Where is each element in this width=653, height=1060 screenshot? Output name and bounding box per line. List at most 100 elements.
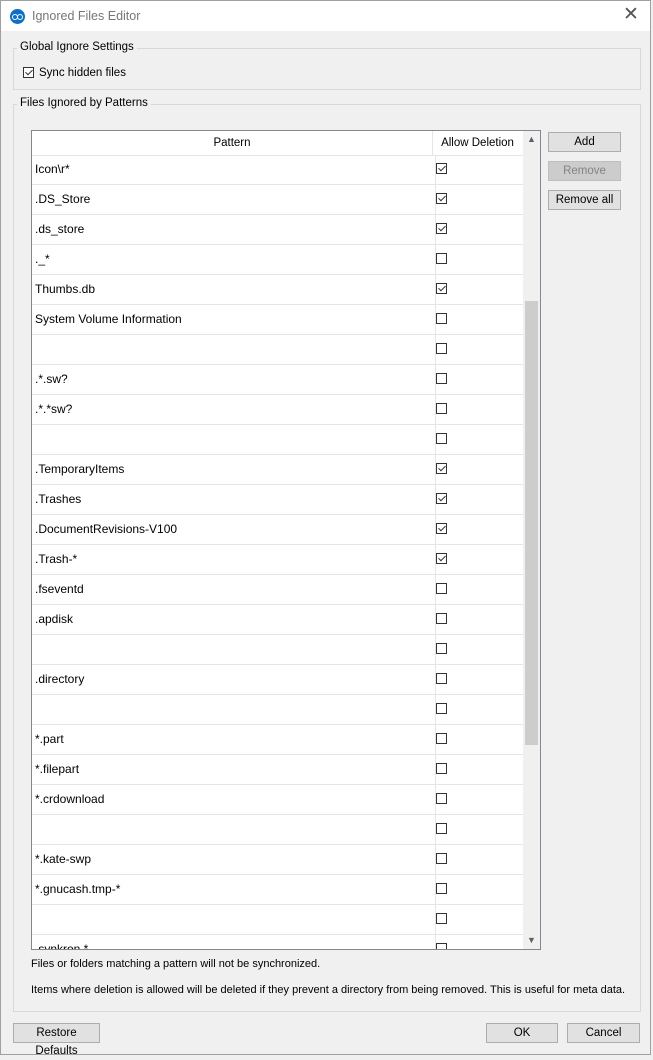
pattern-cell[interactable]: *.filepart bbox=[32, 755, 436, 784]
table-row[interactable]: .Trashes bbox=[32, 485, 523, 515]
pattern-cell[interactable]: .TemporaryItems bbox=[32, 455, 436, 484]
column-header-pattern[interactable]: Pattern bbox=[32, 131, 433, 155]
allow-deletion-checkbox[interactable] bbox=[436, 373, 447, 384]
pattern-cell[interactable] bbox=[32, 815, 436, 844]
pattern-cell[interactable]: *.gnucash.tmp-* bbox=[32, 875, 436, 904]
allow-deletion-checkbox[interactable] bbox=[436, 253, 447, 264]
close-icon[interactable]: ✕ bbox=[621, 5, 641, 25]
pattern-cell[interactable]: Icon\r* bbox=[32, 155, 436, 184]
table-row[interactable]: Icon\r* bbox=[32, 155, 523, 185]
allow-deletion-checkbox[interactable] bbox=[436, 613, 447, 624]
pattern-cell[interactable]: .apdisk bbox=[32, 605, 436, 634]
table-row[interactable]: *.part bbox=[32, 725, 523, 755]
column-header-allow-deletion[interactable]: Allow Deletion bbox=[433, 131, 522, 155]
table-row[interactable]: Thumbs.db bbox=[32, 275, 523, 305]
pattern-cell[interactable]: .Trash-* bbox=[32, 545, 436, 574]
table-row[interactable]: .DS_Store bbox=[32, 185, 523, 215]
allow-deletion-checkbox[interactable] bbox=[436, 583, 447, 594]
table-row[interactable]: .TemporaryItems bbox=[32, 455, 523, 485]
cancel-button[interactable]: Cancel bbox=[567, 1023, 640, 1043]
table-header: Pattern Allow Deletion bbox=[32, 131, 523, 156]
allow-deletion-checkbox[interactable] bbox=[436, 283, 447, 294]
pattern-cell[interactable] bbox=[32, 905, 436, 934]
patterns-table[interactable]: Pattern Allow Deletion Icon\r* .DS_Store.… bbox=[31, 130, 541, 950]
table-row[interactable]: *.kate-swp bbox=[32, 845, 523, 875]
table-row[interactable]: *.crdownload bbox=[32, 785, 523, 815]
add-button[interactable]: Add bbox=[548, 132, 621, 152]
table-row[interactable]: *.gnucash.tmp-* bbox=[32, 875, 523, 905]
patterns-group-title: Files Ignored by Patterns bbox=[17, 97, 151, 109]
allow-deletion-checkbox[interactable] bbox=[436, 553, 447, 564]
table-row[interactable] bbox=[32, 635, 523, 665]
pattern-cell[interactable]: .synkron.* bbox=[32, 935, 436, 949]
allow-deletion-checkbox[interactable] bbox=[436, 763, 447, 774]
scroll-down-icon[interactable]: ▼ bbox=[523, 932, 540, 949]
table-row[interactable] bbox=[32, 335, 523, 365]
table-row[interactable]: .ds_store bbox=[32, 215, 523, 245]
table-row[interactable] bbox=[32, 425, 523, 455]
pattern-cell[interactable]: *.kate-swp bbox=[32, 845, 436, 874]
pattern-cell[interactable]: .Trashes bbox=[32, 485, 436, 514]
table-row[interactable]: ._* bbox=[32, 245, 523, 275]
pattern-cell[interactable] bbox=[32, 425, 436, 454]
pattern-cell[interactable]: Thumbs.db bbox=[32, 275, 436, 304]
allow-deletion-checkbox[interactable] bbox=[436, 163, 447, 174]
vertical-scrollbar[interactable]: ▲ ▼ bbox=[523, 131, 540, 949]
remove-button[interactable]: Remove bbox=[548, 161, 621, 181]
table-row[interactable]: .Trash-* bbox=[32, 545, 523, 575]
allow-deletion-checkbox[interactable] bbox=[436, 463, 447, 474]
pattern-cell[interactable]: *.crdownload bbox=[32, 785, 436, 814]
table-row[interactable]: .*.*sw? bbox=[32, 395, 523, 425]
pattern-cell[interactable]: .DS_Store bbox=[32, 185, 436, 214]
pattern-cell[interactable]: .DocumentRevisions-V100 bbox=[32, 515, 436, 544]
table-row[interactable]: .fseventd bbox=[32, 575, 523, 605]
allow-deletion-checkbox[interactable] bbox=[436, 523, 447, 534]
allow-deletion-checkbox[interactable] bbox=[436, 913, 447, 924]
sync-hidden-label[interactable]: Sync hidden files bbox=[39, 67, 126, 79]
scrollbar-thumb[interactable] bbox=[525, 301, 538, 745]
table-row[interactable]: *.filepart bbox=[32, 755, 523, 785]
table-row[interactable] bbox=[32, 815, 523, 845]
pattern-cell[interactable] bbox=[32, 335, 436, 364]
allow-deletion-checkbox[interactable] bbox=[436, 313, 447, 324]
allow-deletion-checkbox[interactable] bbox=[436, 673, 447, 684]
scroll-up-icon[interactable]: ▲ bbox=[523, 131, 540, 148]
pattern-cell[interactable]: .*.sw? bbox=[32, 365, 436, 394]
allow-deletion-checkbox[interactable] bbox=[436, 493, 447, 504]
allow-deletion-checkbox[interactable] bbox=[436, 343, 447, 354]
allow-deletion-checkbox[interactable] bbox=[436, 193, 447, 204]
allow-deletion-checkbox[interactable] bbox=[436, 793, 447, 804]
table-row[interactable]: .DocumentRevisions-V100 bbox=[32, 515, 523, 545]
allow-deletion-checkbox[interactable] bbox=[436, 223, 447, 234]
table-row[interactable]: .apdisk bbox=[32, 605, 523, 635]
allow-deletion-checkbox[interactable] bbox=[436, 823, 447, 834]
allow-deletion-checkbox[interactable] bbox=[436, 403, 447, 414]
allow-deletion-checkbox[interactable] bbox=[436, 643, 447, 654]
table-row[interactable] bbox=[32, 905, 523, 935]
allow-deletion-checkbox[interactable] bbox=[436, 853, 447, 864]
pattern-cell[interactable]: .*.*sw? bbox=[32, 395, 436, 424]
allow-deletion-checkbox[interactable] bbox=[436, 703, 447, 714]
pattern-cell[interactable] bbox=[32, 695, 436, 724]
nextcloud-logo-icon bbox=[10, 9, 25, 24]
allow-deletion-checkbox[interactable] bbox=[436, 883, 447, 894]
ok-button[interactable]: OK bbox=[486, 1023, 558, 1043]
pattern-cell[interactable]: .ds_store bbox=[32, 215, 436, 244]
allow-deletion-checkbox[interactable] bbox=[436, 733, 447, 744]
pattern-cell[interactable]: ._* bbox=[32, 245, 436, 274]
table-row[interactable]: .*.sw? bbox=[32, 365, 523, 395]
pattern-cell[interactable]: System Volume Information bbox=[32, 305, 436, 334]
remove-all-button[interactable]: Remove all bbox=[548, 190, 621, 210]
allow-deletion-checkbox[interactable] bbox=[436, 943, 447, 949]
pattern-cell[interactable] bbox=[32, 635, 436, 664]
table-row[interactable]: .directory bbox=[32, 665, 523, 695]
table-row[interactable]: .synkron.* bbox=[32, 935, 523, 949]
pattern-cell[interactable]: *.part bbox=[32, 725, 436, 754]
table-row[interactable] bbox=[32, 695, 523, 725]
table-row[interactable]: System Volume Information bbox=[32, 305, 523, 335]
pattern-cell[interactable]: .fseventd bbox=[32, 575, 436, 604]
pattern-cell[interactable]: .directory bbox=[32, 665, 436, 694]
sync-hidden-checkbox[interactable] bbox=[23, 67, 34, 78]
allow-deletion-checkbox[interactable] bbox=[436, 433, 447, 444]
restore-defaults-button[interactable]: Restore Defaults bbox=[13, 1023, 100, 1057]
